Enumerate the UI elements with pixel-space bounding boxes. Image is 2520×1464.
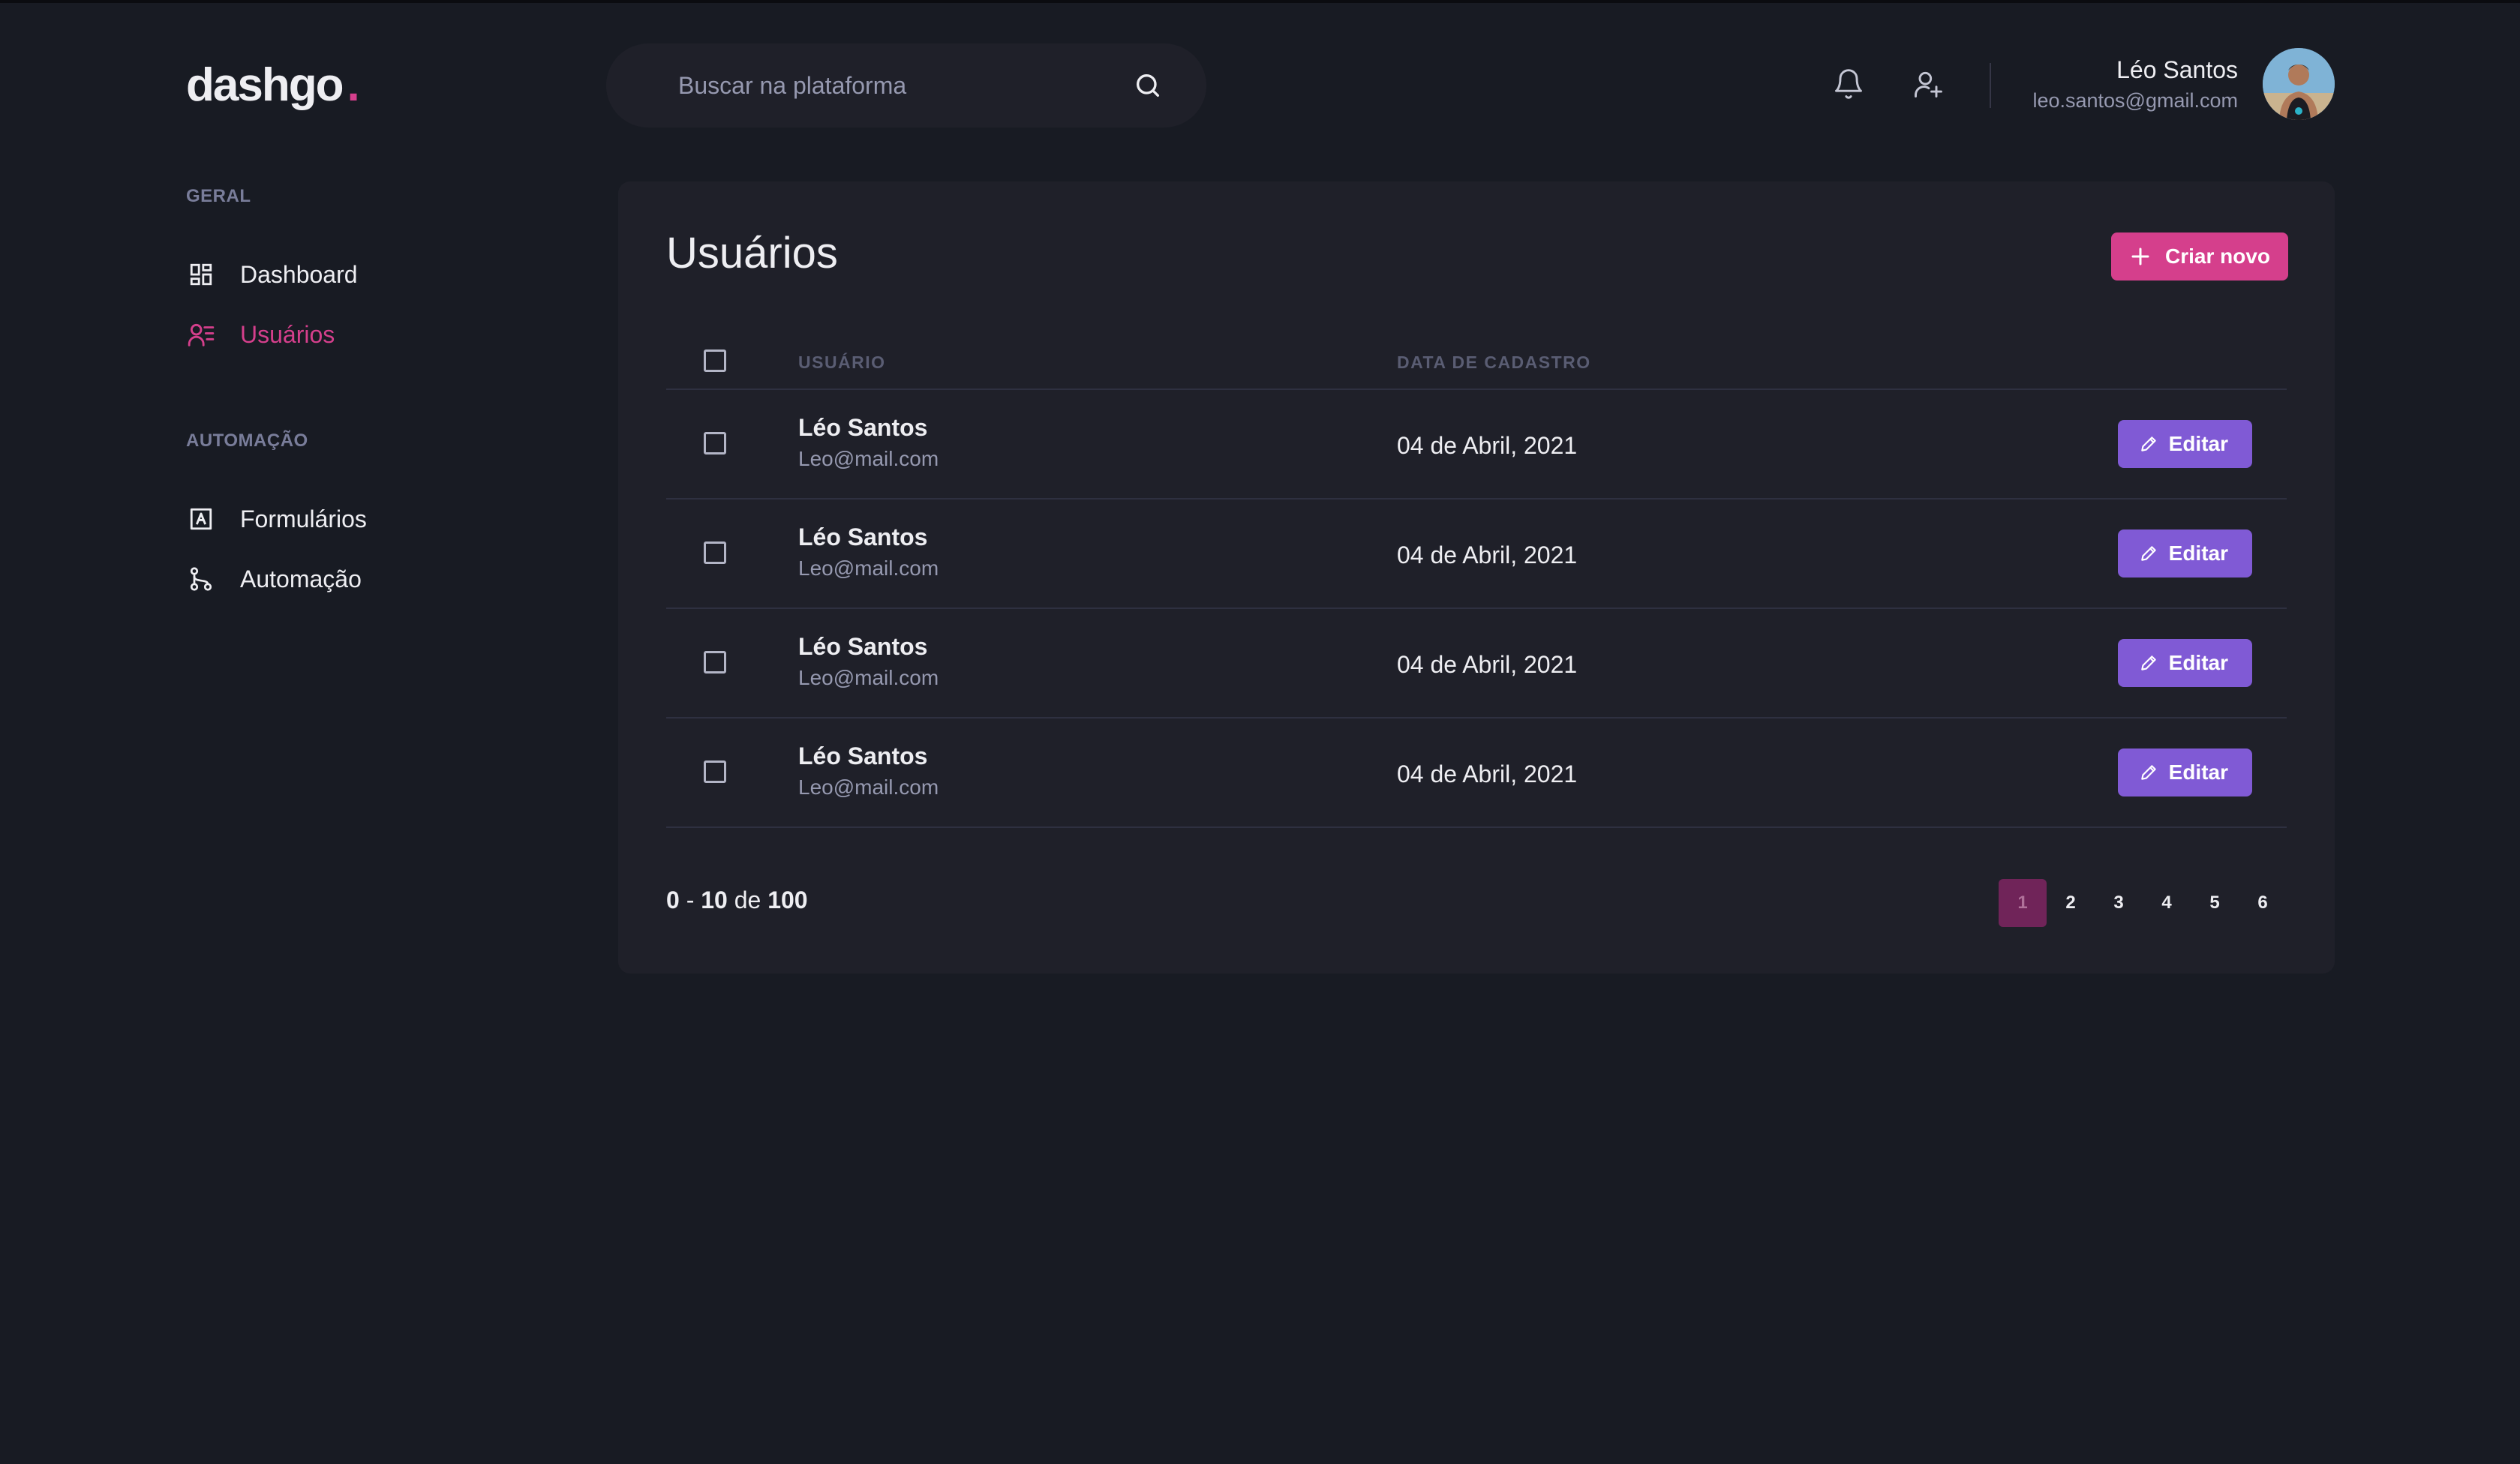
- row-checkbox[interactable]: [704, 432, 726, 454]
- registration-date: 04 de Abril, 2021: [1397, 432, 1578, 459]
- pagination-to: 10: [701, 886, 728, 914]
- page-title: Usuários: [666, 229, 838, 278]
- row-checkbox[interactable]: [704, 542, 726, 564]
- user-email: Leo@mail.com: [798, 447, 939, 470]
- edit-label: Editar: [2168, 432, 2228, 455]
- edit-button[interactable]: Editar: [2117, 530, 2252, 578]
- registration-date: 04 de Abril, 2021: [1397, 651, 1578, 678]
- sidebar-section-title-geral: GERAL: [186, 186, 251, 206]
- dashboard-icon: [186, 260, 216, 290]
- form-icon: [186, 504, 216, 534]
- logo-dot: .: [347, 59, 359, 111]
- edit-button[interactable]: Editar: [2117, 639, 2252, 687]
- page-button-current[interactable]: 1: [1999, 879, 2047, 927]
- user-name: Léo Santos: [798, 633, 928, 660]
- pagination-total: 100: [767, 886, 808, 914]
- profile-name: Léo Santos: [2116, 56, 2238, 83]
- row-checkbox[interactable]: [704, 651, 726, 674]
- window-top-border: [0, 0, 2520, 3]
- git-branch-icon: [186, 564, 216, 594]
- users-card: Usuários Criar novo USUÁRIO DATA DE CADA…: [618, 182, 2335, 974]
- select-all-checkbox[interactable]: [704, 350, 726, 372]
- user-name: Léo Santos: [798, 414, 928, 441]
- pencil-icon: [2140, 546, 2156, 561]
- search-input[interactable]: [678, 71, 1131, 100]
- edit-button[interactable]: Editar: [2117, 748, 2252, 796]
- pagination: 1 2 3 4 5 6: [1999, 879, 2287, 927]
- sidebar-item-automacao[interactable]: Automação: [186, 561, 362, 597]
- table-row: Léo Santos Leo@mail.com 04 de Abril, 202…: [666, 718, 2287, 828]
- pagination-from: 0: [666, 886, 680, 914]
- registration-date: 04 de Abril, 2021: [1397, 760, 1578, 788]
- logo-text: dashgo: [186, 59, 344, 111]
- sidebar-item-label: Usuários: [240, 320, 335, 348]
- notifications-bell-icon[interactable]: [1831, 66, 1867, 102]
- pagination-info: 0 - 10 de 100: [666, 886, 808, 914]
- row-checkbox[interactable]: [704, 760, 726, 783]
- create-new-button[interactable]: Criar novo: [2110, 232, 2288, 280]
- user-name: Léo Santos: [798, 524, 928, 550]
- profile-info: Léo Santos leo.santos@gmail.com: [2032, 54, 2238, 116]
- header-divider: [1990, 63, 1991, 108]
- user-email: Leo@mail.com: [798, 776, 939, 799]
- search-bar[interactable]: [606, 44, 1206, 128]
- users-table: USUÁRIO DATA DE CADASTRO Léo Santos Leo@…: [666, 332, 2287, 828]
- add-user-icon[interactable]: [1910, 66, 1946, 102]
- pencil-icon: [2140, 656, 2156, 670]
- user-name: Léo Santos: [798, 742, 928, 770]
- search-icon[interactable]: [1131, 69, 1164, 102]
- pencil-icon: [2140, 436, 2156, 452]
- pencil-icon: [2140, 765, 2156, 780]
- table-row: Léo Santos Leo@mail.com 04 de Abril, 202…: [666, 500, 2287, 609]
- page-button[interactable]: 5: [2191, 879, 2239, 927]
- sidebar-item-usuarios[interactable]: Usuários: [186, 316, 335, 352]
- column-header-user: USUÁRIO: [798, 352, 886, 372]
- edit-label: Editar: [2168, 760, 2228, 784]
- edit-label: Editar: [2168, 542, 2228, 565]
- pagination-of-word: de: [734, 886, 761, 914]
- sidebar-item-label: Dashboard: [240, 260, 358, 288]
- column-header-date: DATA DE CADASTRO: [1397, 352, 1591, 372]
- avatar[interactable]: [2263, 48, 2335, 120]
- logo[interactable]: dashgo.: [186, 57, 360, 114]
- page-button[interactable]: 4: [2143, 879, 2191, 927]
- sidebar-item-formularios[interactable]: Formulários: [186, 501, 367, 537]
- sidebar-item-label: Formulários: [240, 505, 367, 532]
- page-button[interactable]: 2: [2047, 879, 2095, 927]
- table-row: Léo Santos Leo@mail.com 04 de Abril, 202…: [666, 390, 2287, 500]
- user-email: Leo@mail.com: [798, 666, 939, 689]
- sidebar-item-label: Automação: [240, 565, 362, 592]
- user-email: Leo@mail.com: [798, 556, 939, 580]
- edit-label: Editar: [2168, 651, 2228, 674]
- edit-button[interactable]: Editar: [2117, 420, 2252, 468]
- create-new-label: Criar novo: [2164, 244, 2270, 268]
- sidebar-item-dashboard[interactable]: Dashboard: [186, 256, 358, 292]
- users-icon: [186, 320, 216, 350]
- sidebar-section-title-automacao: AUTOMAÇÃO: [186, 430, 308, 451]
- registration-date: 04 de Abril, 2021: [1397, 542, 1578, 568]
- page-button[interactable]: 6: [2239, 879, 2287, 927]
- page-button[interactable]: 3: [2095, 879, 2143, 927]
- profile-email: leo.santos@gmail.com: [2032, 89, 2238, 112]
- table-header: USUÁRIO DATA DE CADASTRO: [666, 332, 2287, 390]
- table-row: Léo Santos Leo@mail.com 04 de Abril, 202…: [666, 609, 2287, 718]
- plus-icon: [2131, 248, 2149, 266]
